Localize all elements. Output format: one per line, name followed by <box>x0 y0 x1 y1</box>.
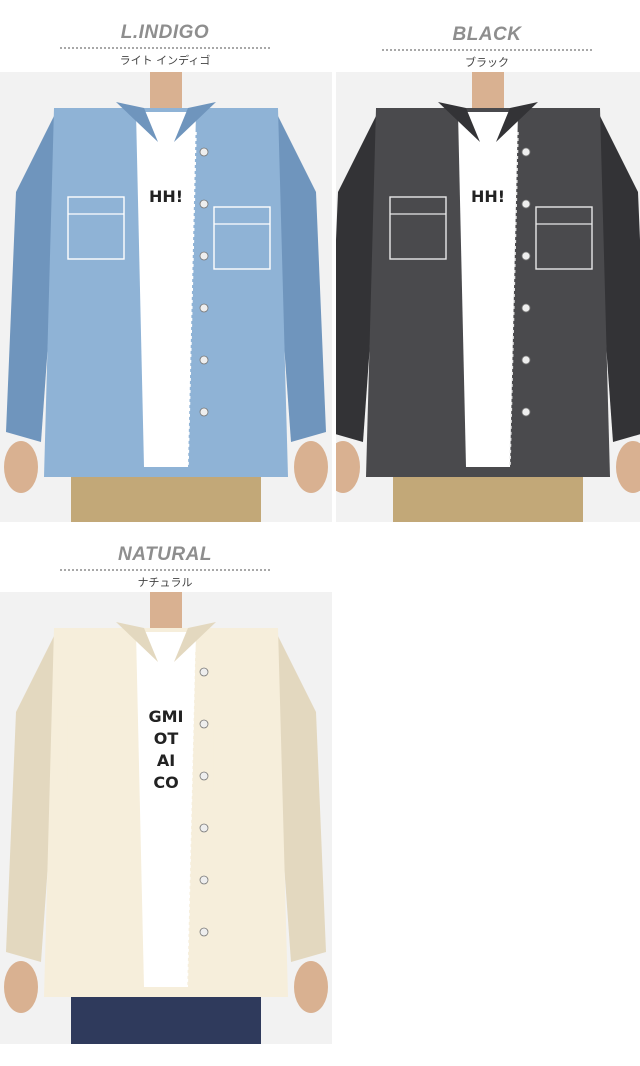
variant-label: BLACK ブラック <box>382 24 592 70</box>
tee-print-text: GMI <box>148 707 183 726</box>
shirt-button <box>521 251 531 261</box>
t-shirt <box>136 632 196 987</box>
variant-label: NATURAL ナチュラル <box>60 544 270 590</box>
shirt-button <box>199 719 209 729</box>
shirt-button <box>199 667 209 677</box>
variant-kana: ブラック <box>465 56 509 69</box>
product-photo-natural[interactable]: GMI OT AI CO <box>0 592 332 1044</box>
shirt-button <box>521 303 531 313</box>
shirt-button <box>199 875 209 885</box>
shirt-button <box>521 407 531 417</box>
shirt-button <box>199 199 209 209</box>
tee-print-text: OT <box>154 729 179 748</box>
left-hand <box>4 441 38 493</box>
left-hand <box>4 961 38 1013</box>
variant-name: NATURAL <box>118 544 212 565</box>
variant-card-natural: NATURAL ナチュラル GMI OT AI CO <box>0 540 332 1044</box>
right-hand <box>294 441 328 493</box>
shirt-illustration: HH! <box>336 72 640 522</box>
tee-print-text: CO <box>153 773 178 792</box>
shirt-button <box>199 823 209 833</box>
variant-kana: ナチュラル <box>137 576 193 589</box>
dotted-divider <box>60 569 270 571</box>
t-shirt <box>136 112 196 467</box>
tee-print-text: HH! <box>149 187 183 206</box>
variant-kana: ライト インディゴ <box>119 54 211 67</box>
t-shirt <box>458 112 518 467</box>
variant-name: BLACK <box>452 24 522 45</box>
variant-name: L.INDIGO <box>120 22 210 43</box>
shirt-illustration: GMI OT AI CO <box>0 592 332 1044</box>
shirt-button <box>199 355 209 365</box>
shirt-illustration: HH! <box>0 72 332 522</box>
tee-print-text: HH! <box>471 187 505 206</box>
shirt-button <box>199 303 209 313</box>
variant-card-black: BLACK ブラック HH! <box>336 0 640 522</box>
shirt-button <box>199 251 209 261</box>
variant-label: L.INDIGO ライト インディゴ <box>60 22 270 68</box>
tee-print-text: AI <box>157 751 175 770</box>
dotted-divider <box>382 49 592 51</box>
shirt-button <box>521 199 531 209</box>
shirt-button <box>199 407 209 417</box>
shirt-button <box>521 355 531 365</box>
shirt-button <box>199 927 209 937</box>
shirt-button <box>199 147 209 157</box>
shirt-button <box>199 771 209 781</box>
variant-card-lindigo: L.INDIGO ライト インディゴ HH! <box>0 0 332 522</box>
product-photo-lindigo[interactable]: HH! <box>0 72 332 522</box>
right-hand <box>294 961 328 1013</box>
dotted-divider <box>60 47 270 49</box>
shirt-button <box>521 147 531 157</box>
product-photo-black[interactable]: HH! <box>336 72 640 522</box>
